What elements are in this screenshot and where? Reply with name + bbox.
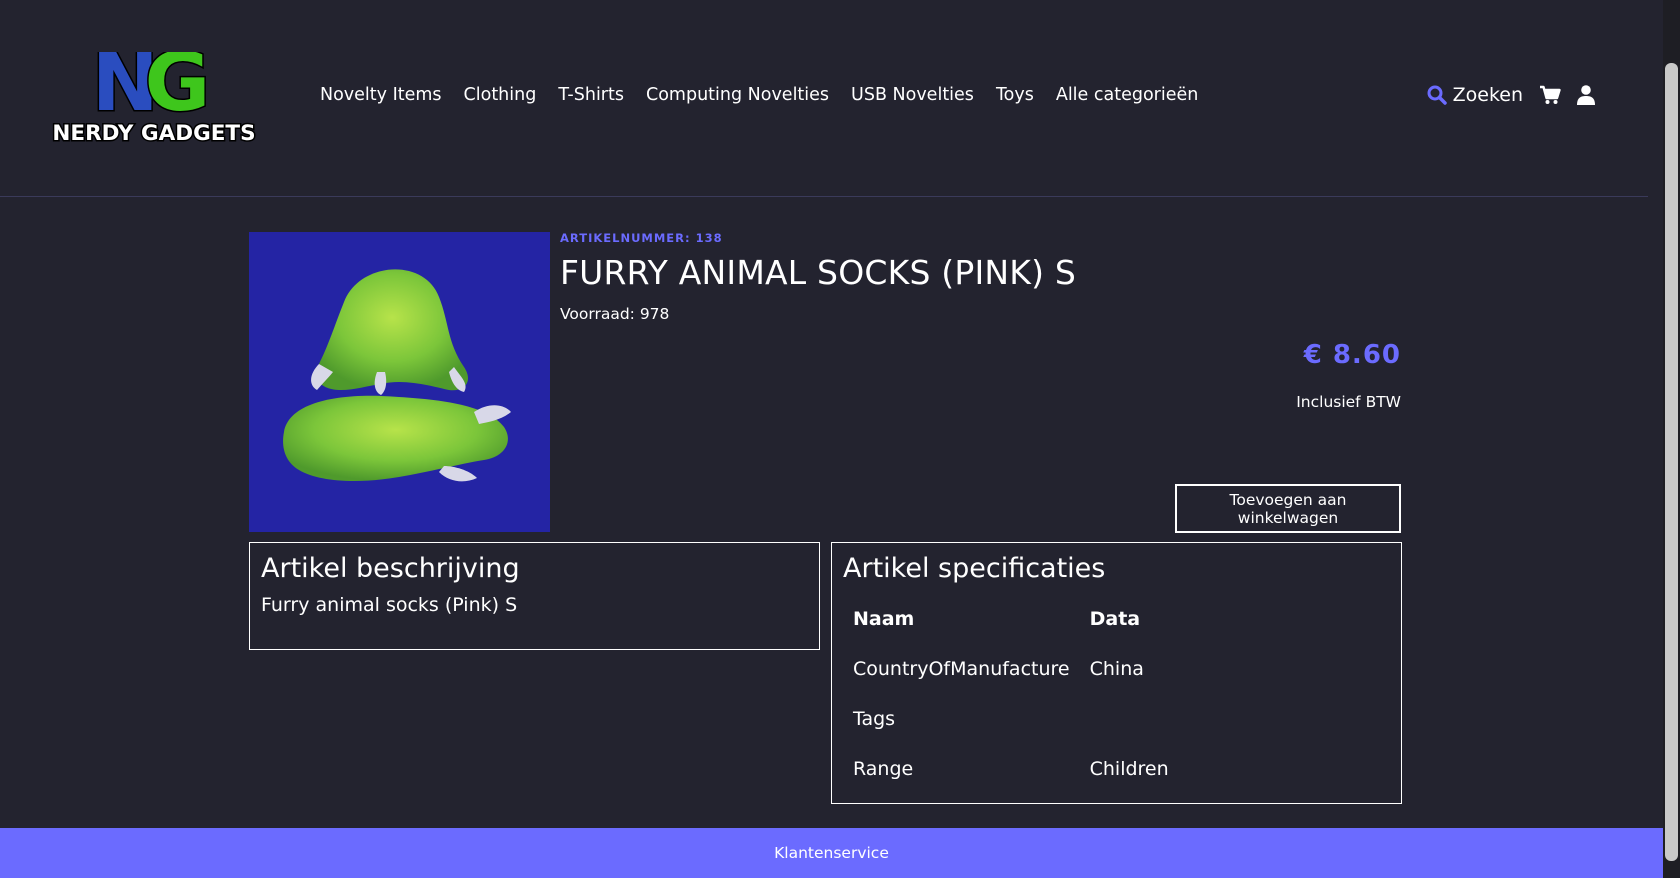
nav-item-clothing[interactable]: Clothing xyxy=(464,85,537,105)
search-label: Zoeken xyxy=(1452,84,1523,106)
logo-letter-n: N xyxy=(92,52,152,129)
logo-wordmark: NERDY GADGETS xyxy=(52,121,255,146)
description-text: Furry animal socks (Pink) S xyxy=(261,594,518,616)
spec-name: CountryOfManufacture xyxy=(853,658,1070,680)
spec-value: Children xyxy=(1089,758,1169,780)
search-icon xyxy=(1427,85,1447,105)
site-footer: Klantenservice xyxy=(0,828,1663,878)
main-navigation: Novelty Items Clothing T-Shirts Computin… xyxy=(320,85,1198,105)
product-price: € 8.60 xyxy=(1303,340,1401,370)
nav-item-usb-novelties[interactable]: USB Novelties xyxy=(851,85,974,105)
site-logo[interactable]: NG NERDY GADGETS xyxy=(42,35,266,148)
description-panel: Artikel beschrijving Furry animal socks … xyxy=(249,542,820,650)
specifications-heading: Artikel specificaties xyxy=(843,553,1106,584)
nav-item-t-shirts[interactable]: T-Shirts xyxy=(558,85,624,105)
customer-service-link[interactable]: Klantenservice xyxy=(774,844,889,862)
header-tools: Zoeken xyxy=(1427,84,1595,106)
article-number: ARTIKELNUMMER: 138 xyxy=(560,231,723,245)
table-row: Range Children xyxy=(853,744,1189,794)
svg-text:NG: NG xyxy=(92,52,205,129)
description-heading: Artikel beschrijving xyxy=(261,553,520,584)
column-header-data: Data xyxy=(1089,608,1141,630)
nav-item-toys[interactable]: Toys xyxy=(996,85,1034,105)
user-icon[interactable] xyxy=(1577,85,1595,105)
site-header: NG NERDY GADGETS Novelty Items Clothing … xyxy=(0,0,1648,197)
add-to-cart-button[interactable]: Toevoegen aan winkelwagen xyxy=(1175,484,1401,533)
vat-note: Inclusief BTW xyxy=(1296,393,1401,411)
table-header-row: Naam Data xyxy=(853,594,1189,644)
spec-name: Tags xyxy=(853,708,896,730)
scrollbar-thumb[interactable] xyxy=(1665,63,1678,861)
spec-value: China xyxy=(1089,658,1144,680)
stock-level: Voorraad: 978 xyxy=(560,305,670,323)
specifications-table: Naam Data CountryOfManufacture China Tag… xyxy=(853,594,1189,794)
spec-value xyxy=(1090,694,1189,744)
specifications-panel: Artikel specificaties Naam Data CountryO… xyxy=(831,542,1402,804)
nav-item-all-categories[interactable]: Alle categorieën xyxy=(1056,85,1199,105)
cart-icon[interactable] xyxy=(1539,85,1561,105)
column-header-name: Naam xyxy=(853,608,915,630)
logo-letter-g: G xyxy=(145,52,205,129)
table-row: CountryOfManufacture China xyxy=(853,644,1189,694)
slipper-illustration xyxy=(283,269,511,482)
spec-name: Range xyxy=(853,758,914,780)
scrollbar[interactable] xyxy=(1663,0,1680,878)
nav-item-computing-novelties[interactable]: Computing Novelties xyxy=(646,85,829,105)
logo-graphic: NG NERDY GADGETS xyxy=(51,35,257,148)
search-link[interactable]: Zoeken xyxy=(1427,84,1523,106)
table-row: Tags xyxy=(853,694,1189,744)
product-title: FURRY ANIMAL SOCKS (PINK) S xyxy=(560,253,1077,292)
product-image xyxy=(249,232,550,532)
nav-item-novelty-items[interactable]: Novelty Items xyxy=(320,85,442,105)
